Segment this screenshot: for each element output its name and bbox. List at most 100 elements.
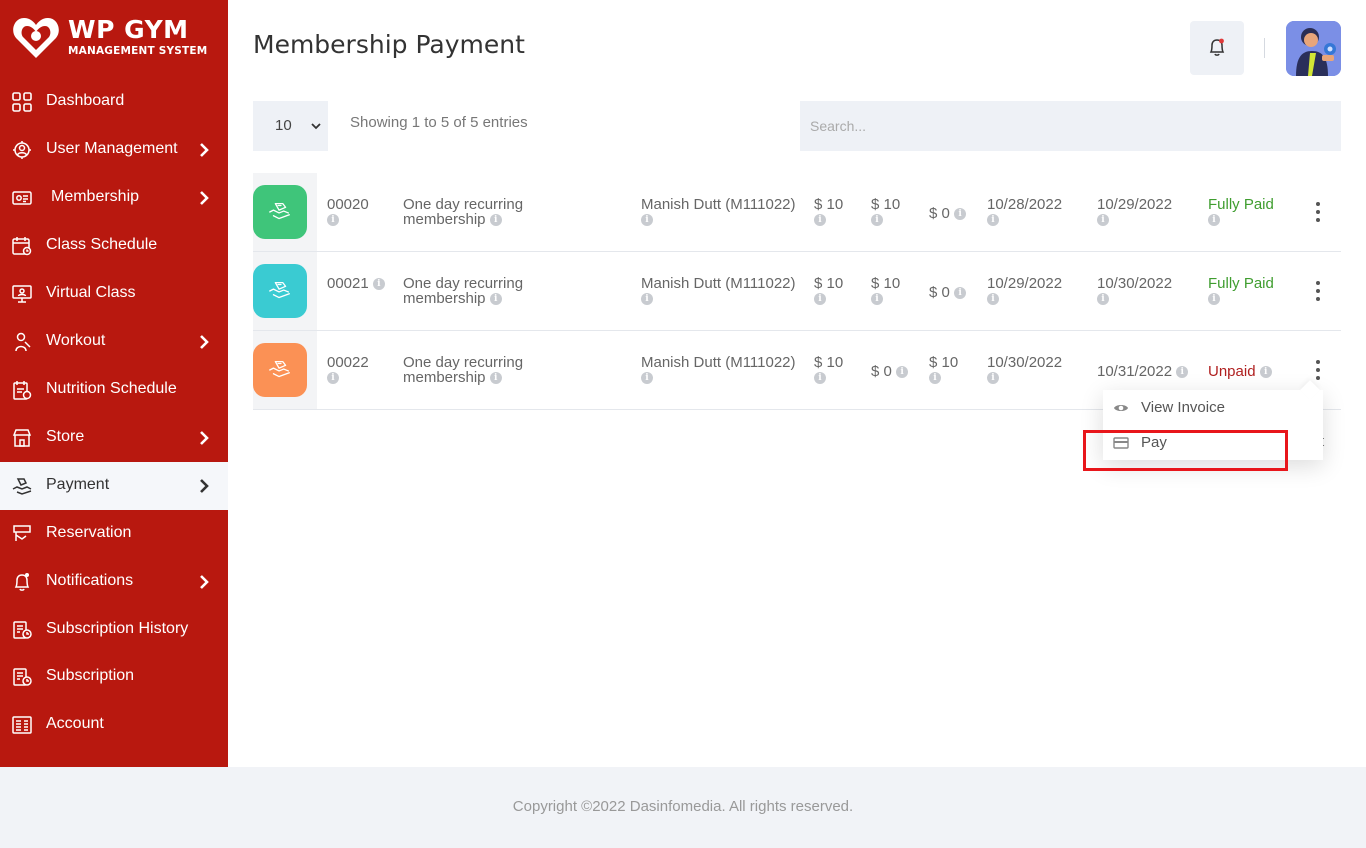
row-icon (253, 264, 307, 318)
header-divider (1264, 38, 1265, 58)
page-title: Membership Payment (253, 30, 525, 59)
info-icon[interactable] (1097, 213, 1109, 228)
info-icon[interactable] (987, 213, 999, 228)
info-icon[interactable] (327, 371, 339, 386)
sidebar-item-membership[interactable]: Membership (0, 174, 228, 222)
table-row: 00020 One day recurringmembership Manish … (253, 173, 1341, 252)
account-icon (12, 716, 32, 734)
info-icon[interactable] (871, 292, 883, 307)
amount-cell: $ 10 (814, 197, 843, 228)
row-icon (253, 185, 307, 239)
info-icon[interactable] (929, 371, 941, 386)
row-actions-kebab-icon[interactable] (1315, 281, 1321, 303)
heart-logo-icon (13, 18, 59, 58)
sidebar-item-store[interactable]: Store (0, 414, 228, 462)
row-actions-kebab-icon[interactable] (1315, 202, 1321, 224)
sidebar-item-dashboard[interactable]: Dashboard (0, 78, 228, 126)
sidebar-item-notifications[interactable]: Notifications (0, 558, 228, 606)
calendar-icon (12, 237, 32, 256)
paid-amount: $ 10 (871, 275, 901, 292)
member-cell: Manish Dutt (M111022) (641, 197, 796, 228)
virtual-class-icon (12, 285, 32, 303)
sidebar-item-label: Notifications (46, 572, 134, 589)
sidebar-item-workout[interactable]: Workout (0, 318, 228, 366)
payment-id-cell: 00020 (327, 197, 369, 228)
page-length-value: 10 (275, 117, 292, 134)
chevron-down-icon (311, 123, 321, 130)
membership-cell: One day recurring membership (403, 276, 523, 307)
paid-cell: $ 0 (871, 364, 909, 380)
due-amount: $ 0 (929, 205, 950, 222)
info-icon[interactable] (641, 213, 653, 228)
search-input[interactable] (800, 101, 1341, 151)
info-icon[interactable] (489, 292, 502, 307)
info-icon[interactable] (327, 213, 339, 228)
status-cell: Fully Paid (1208, 275, 1274, 307)
sidebar-item-label: Store (46, 428, 85, 445)
sidebar-item-account[interactable]: Account (0, 701, 228, 749)
chevron-right-icon (200, 191, 209, 205)
sidebar-item-label: User Management (46, 140, 178, 157)
chevron-right-icon (200, 335, 209, 349)
reservation-icon (13, 525, 31, 541)
info-icon[interactable] (1097, 292, 1109, 307)
row-actions-kebab-icon[interactable] (1315, 360, 1321, 382)
payment-hand-icon (269, 202, 290, 220)
end-date: 10/29/2022 (1097, 196, 1173, 213)
sidebar-item-label: Virtual Class (46, 284, 136, 301)
info-icon[interactable] (814, 371, 826, 386)
payment-id: 00022 (327, 354, 369, 371)
status-badge: Unpaid (1208, 363, 1256, 380)
start-date: 10/30/2022 (987, 354, 1063, 371)
view-invoice-menu-item[interactable]: View Invoice (1103, 390, 1323, 425)
membership-name-line2: membership (403, 211, 486, 228)
member-cell: Manish Dutt (M111022) (641, 355, 796, 386)
info-icon[interactable] (814, 213, 826, 228)
status-badge: Fully Paid (1208, 275, 1274, 292)
copyright-text: Copyright ©2022 Dasinfomedia. All rights… (512, 798, 854, 815)
sidebar-item-label: Dashboard (46, 92, 125, 109)
info-icon[interactable] (954, 286, 967, 301)
member-name: Manish Dutt (M111022) (641, 275, 796, 292)
sidebar-item-label: Account (46, 715, 104, 732)
sidebar-item-nutrition-schedule[interactable]: Nutrition Schedule (0, 366, 228, 414)
info-icon[interactable] (1176, 365, 1189, 380)
start-date-cell: 10/29/2022 (987, 276, 1062, 307)
info-icon[interactable] (489, 371, 502, 386)
membership-name-line2: membership (403, 290, 486, 307)
sidebar-item-class-schedule[interactable]: Class Schedule (0, 222, 228, 270)
sidebar-item-payment[interactable]: Payment (0, 462, 228, 510)
info-icon[interactable] (1208, 213, 1220, 228)
info-icon[interactable] (372, 277, 385, 292)
info-icon[interactable] (954, 207, 967, 222)
payment-id-cell: 00021 (327, 276, 385, 292)
sidebar-item-user-management[interactable]: User Management (0, 126, 228, 174)
info-icon[interactable] (987, 292, 999, 307)
info-icon[interactable] (1208, 292, 1220, 307)
page-length-select[interactable]: 10 (253, 101, 328, 151)
sidebar-item-subscription-history[interactable]: Subscription History (0, 606, 228, 654)
avatar[interactable] (1286, 21, 1341, 76)
membership-cell: One day recurring membership (403, 355, 523, 386)
info-icon[interactable] (641, 371, 653, 386)
info-icon[interactable] (987, 371, 999, 386)
membership-name-line2: membership (403, 369, 486, 386)
sidebar-item-subscription[interactable]: Subscription (0, 653, 228, 701)
sidebar-item-virtual-class[interactable]: Virtual Class (0, 270, 228, 318)
info-icon[interactable] (896, 365, 909, 380)
paid-cell: $ 10 (871, 275, 901, 307)
paid-cell: $ 10 (871, 196, 901, 228)
info-icon[interactable] (641, 292, 653, 307)
brand-logo[interactable]: WP GYM MANAGEMENT SYSTEM (12, 14, 212, 62)
info-icon[interactable] (489, 213, 502, 228)
notification-button[interactable] (1190, 21, 1244, 75)
end-date-cell: 10/31/2022 (1097, 364, 1189, 380)
sidebar-item-reservation[interactable]: Reservation (0, 510, 228, 558)
paid-amount: $ 10 (871, 196, 901, 213)
due-cell: $ 0 (929, 285, 967, 301)
row-icon-cell (253, 252, 317, 330)
status-cell: Fully Paid (1208, 197, 1274, 228)
info-icon[interactable] (1259, 365, 1272, 380)
info-icon[interactable] (871, 213, 883, 228)
info-icon[interactable] (814, 292, 826, 307)
